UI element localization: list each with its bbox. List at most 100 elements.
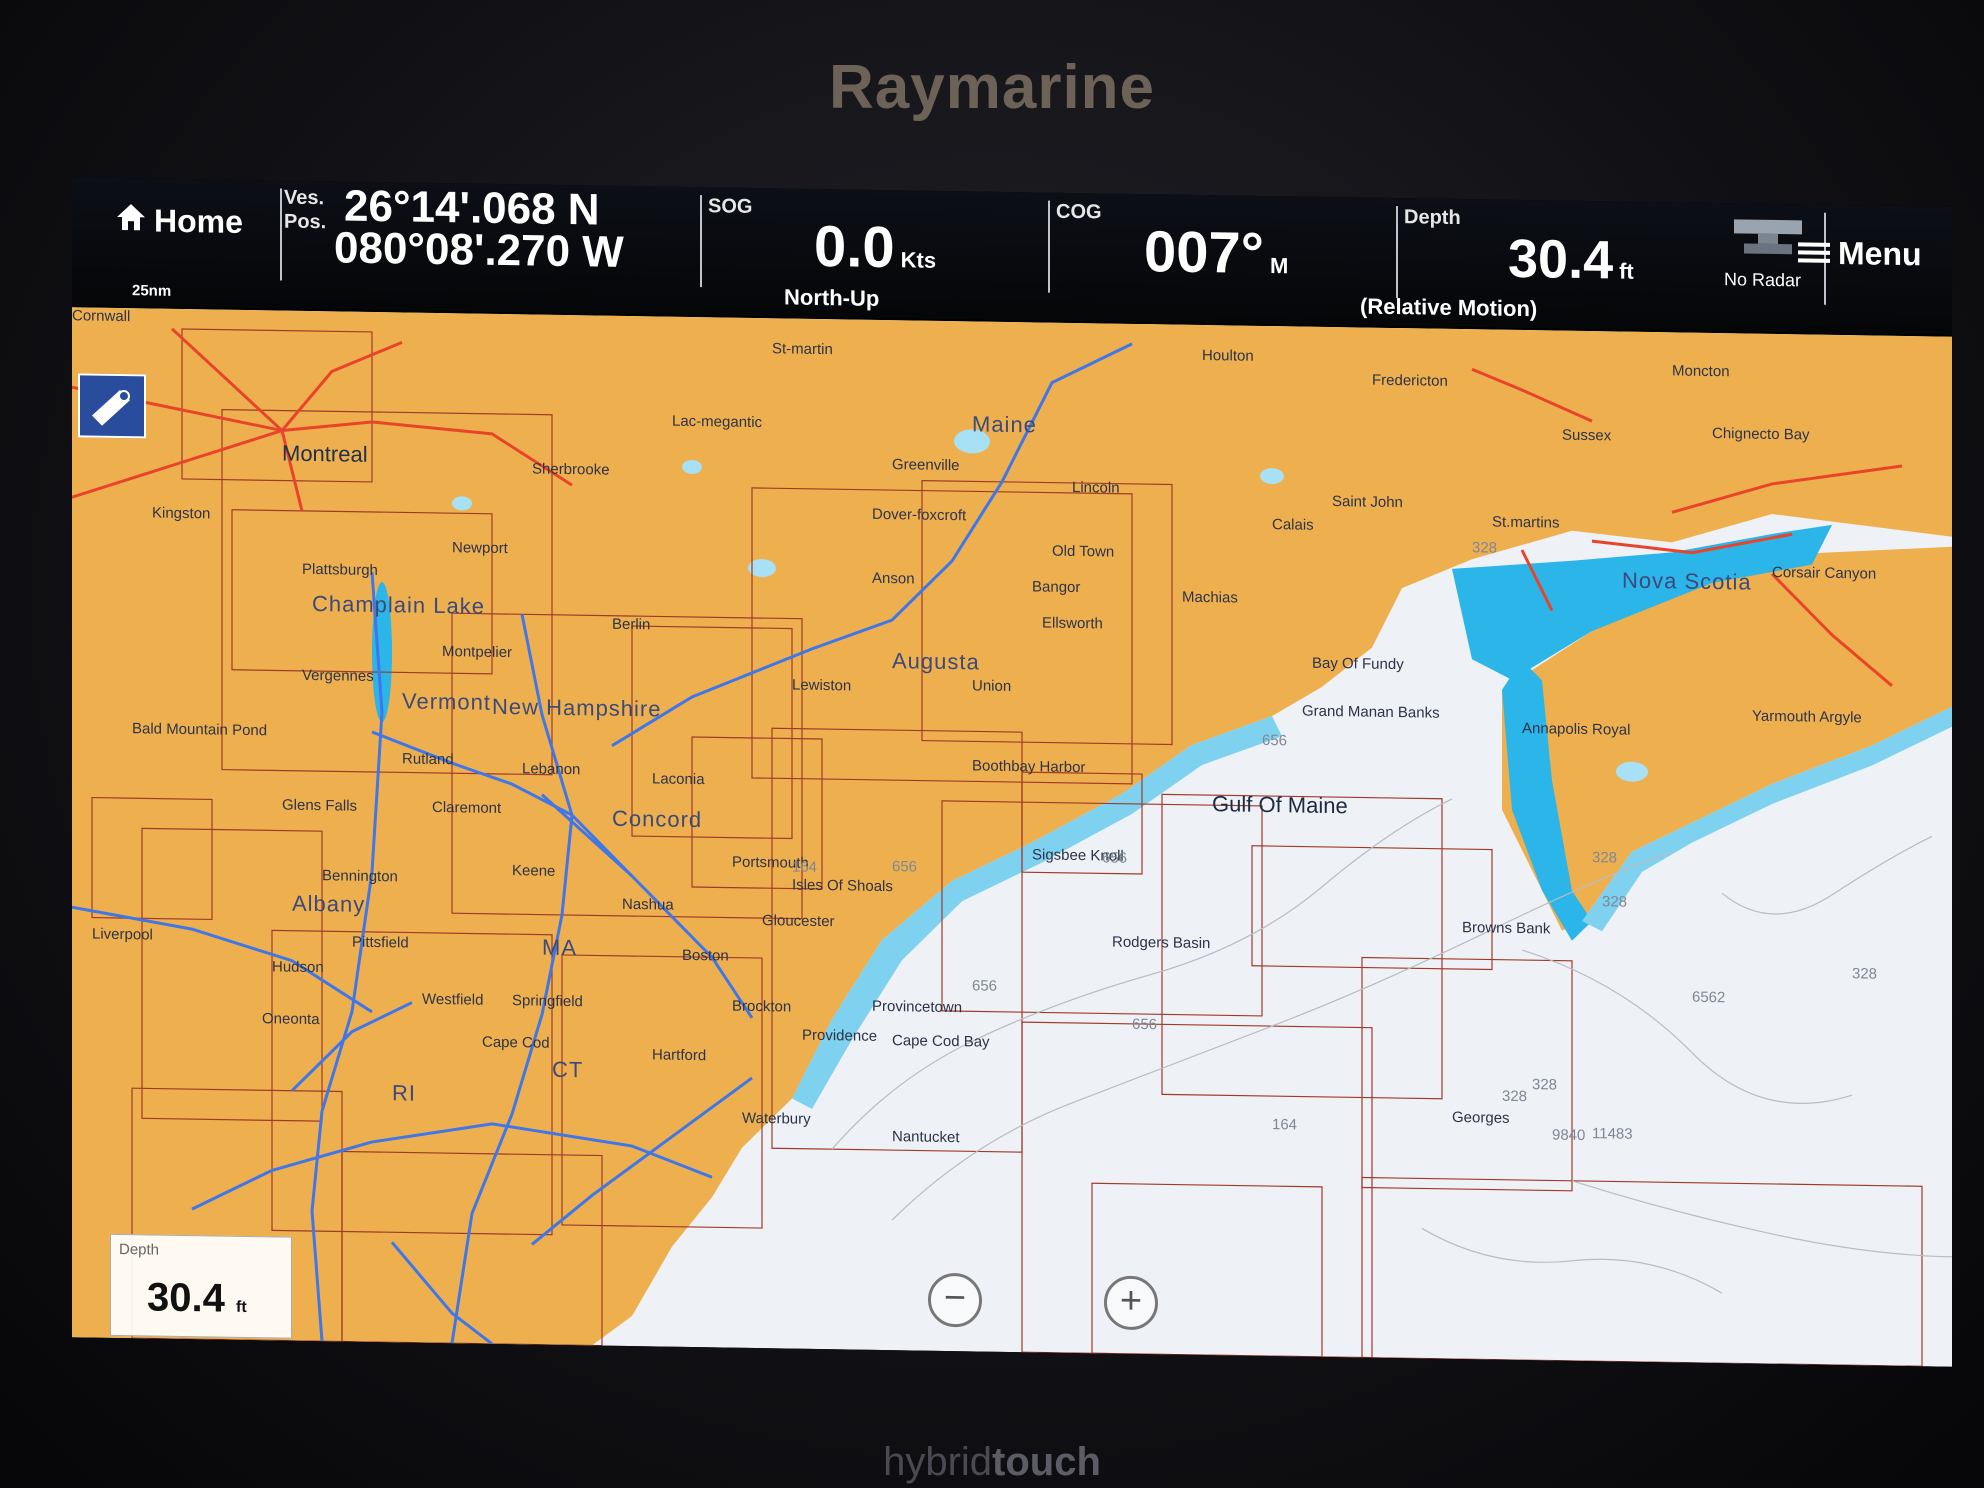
depth-overlay-value: 30.4 ft [147, 1275, 247, 1322]
map-label: Hartford [652, 1046, 707, 1065]
cog-label: COG [1056, 200, 1102, 224]
chart-map[interactable]: Montreal Sherbrooke Lac-megantic St-martin H… [72, 307, 1952, 1367]
depth-sounding: 11483 [1592, 1125, 1633, 1143]
zoom-out-button[interactable]: − [928, 1272, 982, 1328]
depth-sounding: 328 [1472, 539, 1498, 557]
map-label: Old Town [1052, 542, 1115, 561]
map-label: Annapolis Royal [1522, 720, 1631, 739]
menu-button[interactable]: Menu [1784, 204, 1944, 325]
map-label: Houlton [1202, 346, 1254, 365]
longitude-value: 080°08'.270 W [334, 223, 624, 277]
map-label: New Hampshire [492, 693, 662, 722]
home-button[interactable]: Home [102, 178, 262, 299]
depth-label: Depth [1404, 206, 1461, 230]
chart-plotter-screen: Home 25nm Ves. Pos. 26°14'.068 N 080°08'… [72, 177, 1952, 1367]
depth-sounding: 9840 [1552, 1126, 1586, 1145]
depth-sounding: 6562 [1692, 988, 1726, 1007]
map-label: Moncton [1672, 362, 1730, 381]
map-label: Lac-megantic [672, 412, 763, 432]
map-label: Ellsworth [1042, 614, 1103, 633]
menu-icon [1798, 242, 1830, 263]
depth-unit: ft [1619, 258, 1634, 284]
depth-sounding: 656 [1262, 731, 1288, 750]
map-label: Vermont [402, 688, 491, 715]
map-label: Lincoln [1072, 478, 1120, 497]
separator [700, 195, 702, 288]
map-label: Nashua [622, 895, 674, 914]
map-label: Browns Bank [1462, 919, 1551, 938]
orientation-icon[interactable] [78, 373, 146, 439]
depth-sounding: 328 [1592, 849, 1618, 867]
sog-number: 0.0 [814, 213, 895, 281]
map-label: Kingston [152, 504, 211, 523]
map-label: St.martins [1492, 513, 1560, 532]
depth-value: 30.4 ft [1508, 228, 1634, 292]
map-label: Machias [1182, 588, 1238, 607]
map-label: Maine [972, 411, 1037, 438]
depth-number: 30.4 [1508, 228, 1614, 291]
depth-sounding: 328 [1852, 965, 1878, 983]
map-label: Keene [512, 862, 556, 880]
map-label: Lewiston [792, 676, 852, 695]
map-label: Liverpool [92, 925, 153, 944]
cog-value: 007° M [1144, 218, 1288, 287]
sog-label: SOG [708, 195, 753, 218]
map-label: Concord [612, 805, 703, 833]
motion-mode[interactable]: (Relative Motion) [1360, 293, 1537, 322]
separator [1396, 206, 1398, 299]
depth-sounding: 656 [1132, 1015, 1158, 1034]
depth-cell[interactable]: Depth 30.4 ft (Relative Motion) [1360, 198, 1700, 321]
map-label: Rodgers Basin [1112, 933, 1211, 953]
map-label: Springfield [512, 992, 583, 1011]
map-label: Champlain Lake [312, 591, 485, 619]
vessel-position-cell[interactable]: Ves. Pos. 26°14'.068 N 080°08'.270 W [284, 181, 694, 305]
depth-overlay-unit: ft [235, 1298, 247, 1316]
map-label: Anson [872, 569, 915, 588]
depth-overlay[interactable]: Depth 30.4 ft [110, 1233, 292, 1339]
map-label: Yarmouth Argyle [1752, 707, 1862, 727]
hybridtouch-logo: hybridtouch [883, 1440, 1101, 1484]
depth-sounding: 656 [892, 858, 918, 876]
map-label: Calais [1272, 516, 1314, 534]
map-label: Vergennes [302, 666, 374, 685]
depth-sounding: 164 [792, 858, 818, 876]
map-label: Boothbay Harbor [972, 757, 1086, 777]
separator [1048, 200, 1050, 293]
map-label: Sherbrooke [532, 460, 610, 479]
map-label: Provincetown [872, 997, 963, 1017]
depth-sounding: 328 [1502, 1087, 1528, 1106]
map-label: Nova Scotia [1622, 567, 1752, 595]
map-label: Pittsfield [352, 933, 409, 952]
map-label: Cape Cod [482, 1033, 550, 1052]
map-label: Plattsburgh [302, 560, 378, 580]
map-label: Laconia [652, 770, 705, 789]
cog-cell[interactable]: COG 007° M [1052, 193, 1392, 316]
map-label: Lebanon [522, 760, 581, 779]
map-label: Montpelier [442, 643, 513, 662]
map-label: Cape Cod Bay [892, 1032, 990, 1051]
depth-sounding: 328 [1602, 893, 1628, 911]
vessel-icon [92, 389, 130, 426]
map-label: Bennington [322, 867, 398, 886]
map-label: Gulf Of Maine [1212, 791, 1348, 819]
zoom-in-button[interactable]: + [1104, 1275, 1158, 1331]
map-label: Corsair Canyon [1772, 563, 1877, 583]
sog-cell[interactable]: SOG 0.0 Kts North-Up [704, 187, 1044, 311]
map-label: CT [552, 1056, 584, 1083]
depth-sounding: 328 [1532, 1076, 1558, 1094]
map-label: Bald Mountain Pond [132, 720, 268, 740]
map-label: Hudson [272, 958, 324, 977]
map-label: Gloucester [762, 912, 835, 931]
map-label: Brockton [732, 997, 792, 1016]
map-label: Westfield [422, 990, 484, 1009]
map-label: Union [972, 677, 1012, 695]
depth-overlay-number: 30.4 [147, 1275, 225, 1321]
map-label: MA [542, 934, 577, 961]
orientation-mode[interactable]: North-Up [784, 284, 879, 311]
map-label: Chignecto Bay [1712, 424, 1810, 444]
map-label: Cornwall [72, 307, 131, 326]
map-label: Bangor [1032, 578, 1081, 597]
map-label: Boston [682, 946, 729, 965]
map-label: Augusta [892, 648, 980, 675]
map-label: Greenville [892, 456, 960, 475]
